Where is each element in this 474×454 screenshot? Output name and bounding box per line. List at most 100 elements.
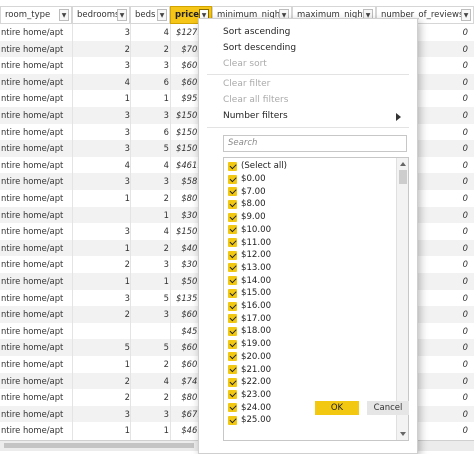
scroll-down-icon[interactable] bbox=[400, 432, 406, 436]
scrollbar-thumb[interactable] bbox=[4, 443, 194, 448]
filter-value-item[interactable]: $21.00 bbox=[228, 363, 271, 376]
sort-ascending-item[interactable]: Sort ascending bbox=[223, 27, 290, 37]
checkbox-checked-icon[interactable] bbox=[228, 377, 237, 387]
filter-value-item[interactable]: $13.00 bbox=[228, 262, 271, 275]
filter-value-label: $21.00 bbox=[241, 364, 272, 375]
checkbox-checked-icon[interactable] bbox=[228, 314, 237, 324]
cell-beds: 1 bbox=[163, 209, 169, 220]
filter-value-label: $8.00 bbox=[241, 199, 266, 210]
cell-room-type: ntire home/apt bbox=[1, 159, 64, 170]
checkbox-checked-icon[interactable] bbox=[228, 174, 237, 184]
search-input[interactable]: Search bbox=[223, 135, 407, 152]
cell-bedrooms: 2 bbox=[124, 309, 130, 320]
filter-value-item[interactable]: $15.00 bbox=[228, 287, 271, 300]
cell-room-type: ntire home/apt bbox=[1, 126, 64, 137]
cell-price: $74. bbox=[181, 375, 200, 386]
filter-value-item[interactable]: $20.00 bbox=[228, 351, 271, 364]
cell-room-type: ntire home/apt bbox=[1, 292, 64, 303]
checkbox-checked-icon[interactable] bbox=[228, 390, 237, 400]
filter-value-item[interactable]: $14.00 bbox=[228, 274, 271, 287]
cell-bedrooms: 2 bbox=[124, 43, 130, 54]
clear-all-filters-item[interactable]: Clear all filters bbox=[223, 95, 288, 105]
chevron-down-icon[interactable]: ▼ bbox=[461, 9, 471, 21]
checkbox-checked-icon[interactable] bbox=[228, 365, 237, 375]
cell-bedrooms: 3 bbox=[124, 176, 130, 187]
checkbox-checked-icon[interactable] bbox=[228, 225, 237, 235]
scroll-up-icon[interactable] bbox=[400, 162, 406, 166]
filter-value-label: $13.00 bbox=[241, 262, 272, 273]
filter-value-item[interactable]: $0.00 bbox=[228, 173, 266, 186]
filter-value-item[interactable]: $17.00 bbox=[228, 312, 271, 325]
filter-value-item[interactable]: $24.00 bbox=[228, 401, 271, 414]
cell-room-type: ntire home/apt bbox=[1, 392, 64, 403]
filter-value-item[interactable]: $19.00 bbox=[228, 338, 271, 351]
cell-beds: 6 bbox=[163, 126, 169, 137]
chevron-down-icon[interactable]: ▼ bbox=[117, 9, 127, 21]
sort-descending-item[interactable]: Sort descending bbox=[223, 43, 296, 53]
checkbox-checked-icon[interactable] bbox=[228, 403, 237, 413]
cell-beds: 5 bbox=[163, 292, 169, 303]
ok-button[interactable]: OK bbox=[315, 401, 359, 415]
cancel-button[interactable]: Cancel bbox=[367, 401, 409, 415]
cell-room-type: ntire home/apt bbox=[1, 93, 64, 104]
filter-value-item[interactable]: $7.00 bbox=[228, 185, 266, 198]
header-label: bedrooms bbox=[77, 10, 117, 20]
header-label: price bbox=[175, 10, 199, 20]
checkbox-checked-icon[interactable] bbox=[228, 238, 237, 248]
filter-value-item[interactable]: $8.00 bbox=[228, 198, 266, 211]
clear-filter-item[interactable]: Clear filter bbox=[223, 79, 270, 89]
header-label: room_type bbox=[5, 10, 51, 20]
checkbox-checked-icon[interactable] bbox=[228, 339, 237, 349]
checkbox-checked-icon[interactable] bbox=[228, 301, 237, 311]
filter-value-label: $0.00 bbox=[241, 174, 266, 185]
filter-value-item[interactable]: (Select all) bbox=[228, 160, 287, 173]
cell-beds: 4 bbox=[163, 375, 169, 386]
cell-beds: 3 bbox=[163, 408, 169, 419]
filter-value-item[interactable]: $22.00 bbox=[228, 376, 271, 389]
cell-price: $50. bbox=[181, 276, 200, 286]
checkbox-checked-icon[interactable] bbox=[228, 263, 237, 273]
clear-sort-item[interactable]: Clear sort bbox=[223, 59, 267, 69]
checkbox-checked-icon[interactable] bbox=[228, 187, 237, 197]
cell-price: $40. bbox=[181, 242, 200, 253]
filter-value-item[interactable]: $12.00 bbox=[228, 249, 271, 262]
checkbox-checked-icon[interactable] bbox=[228, 212, 237, 222]
filter-value-item[interactable]: $25.00 bbox=[228, 414, 271, 427]
filter-value-item[interactable]: $10.00 bbox=[228, 224, 271, 237]
chevron-down-icon[interactable]: ▼ bbox=[59, 9, 69, 21]
cell-beds: 3 bbox=[163, 259, 169, 270]
scrollbar-thumb[interactable] bbox=[399, 170, 407, 184]
header-beds[interactable]: beds ▼ bbox=[130, 6, 170, 24]
chevron-down-icon[interactable]: ▼ bbox=[157, 9, 167, 21]
filter-value-item[interactable]: $9.00 bbox=[228, 211, 266, 224]
cell-number-of-reviews: 0 bbox=[462, 60, 468, 71]
cell-number-of-reviews: 0 bbox=[462, 276, 468, 286]
header-bedrooms[interactable]: bedrooms ▼ bbox=[72, 6, 130, 24]
filter-value-item[interactable]: $11.00 bbox=[228, 236, 271, 249]
checkbox-checked-icon[interactable] bbox=[228, 352, 237, 362]
filter-value-item[interactable]: $18.00 bbox=[228, 325, 271, 338]
filter-value-label: $11.00 bbox=[241, 237, 272, 248]
checkbox-checked-icon[interactable] bbox=[228, 415, 237, 425]
column-divider bbox=[170, 24, 171, 442]
cell-bedrooms: 5 bbox=[124, 342, 130, 353]
cell-number-of-reviews: 0 bbox=[462, 342, 468, 353]
cell-bedrooms: 2 bbox=[124, 375, 130, 386]
filter-value-item[interactable]: $16.00 bbox=[228, 300, 271, 313]
cell-beds: 3 bbox=[163, 110, 169, 120]
checkbox-checked-icon[interactable] bbox=[228, 199, 237, 209]
checkbox-checked-icon[interactable] bbox=[228, 326, 237, 336]
checkbox-checked-icon[interactable] bbox=[228, 161, 237, 171]
filter-value-label: $9.00 bbox=[241, 212, 266, 223]
cell-bedrooms: 1 bbox=[124, 193, 130, 203]
checkbox-checked-icon[interactable] bbox=[228, 276, 237, 286]
cell-room-type: ntire home/apt bbox=[1, 176, 64, 187]
checkbox-checked-icon[interactable] bbox=[228, 288, 237, 298]
vertical-scrollbar[interactable] bbox=[396, 158, 408, 440]
number-filters-item[interactable]: Number filters bbox=[223, 111, 288, 121]
checkbox-checked-icon[interactable] bbox=[228, 250, 237, 260]
filter-value-item[interactable]: $23.00 bbox=[228, 389, 271, 402]
cell-room-type: ntire home/apt bbox=[1, 359, 64, 369]
header-room-type[interactable]: room_type ▼ bbox=[0, 6, 72, 24]
cell-room-type: ntire home/apt bbox=[1, 408, 64, 419]
